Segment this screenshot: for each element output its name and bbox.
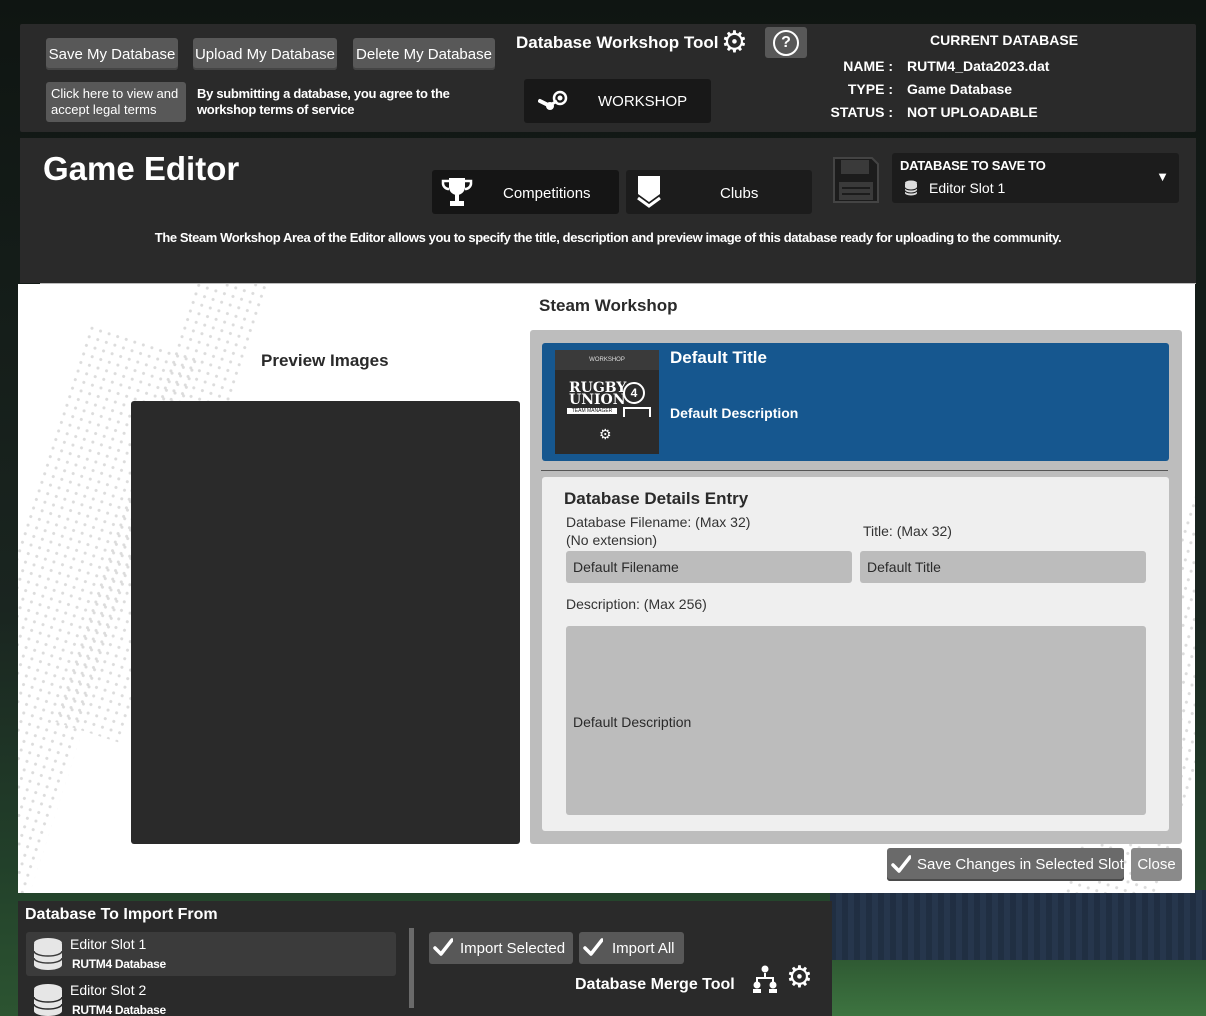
floppy-disk-icon <box>833 157 879 203</box>
import-slot-1[interactable]: Editor Slot 1 RUTM4 Database <box>26 932 396 976</box>
gear-icon: ⚙ <box>599 426 612 442</box>
database-save-select[interactable]: DATABASE TO SAVE TO Editor Slot 1 ▼ <box>892 153 1179 203</box>
delete-my-database-button[interactable]: Delete My Database <box>353 38 495 70</box>
import-heading: Database To Import From <box>25 906 218 923</box>
database-icon <box>904 180 918 196</box>
tab-competitions-label: Competitions <box>503 185 591 202</box>
goalpost-icon <box>623 407 651 417</box>
trophy-icon <box>441 178 473 206</box>
steam-icon <box>538 90 568 110</box>
current-database-type: Game Database <box>907 81 1013 97</box>
import-slot-2[interactable]: Editor Slot 2 RUTM4 Database <box>26 978 396 1016</box>
database-icon <box>33 938 63 970</box>
filename-field[interactable]: Default Filename <box>566 551 852 583</box>
close-button[interactable]: Close <box>1131 848 1182 881</box>
workshop-item-title: Default Title <box>670 348 767 367</box>
workshop-label: WORKSHOP <box>598 93 688 110</box>
filename-label: Database Filename: (Max 32) (No extensio… <box>566 514 751 548</box>
slot-subtitle: RUTM4 Database <box>72 1003 166 1016</box>
name-key: NAME : <box>843 58 893 74</box>
import-all-label: Import All <box>612 940 675 957</box>
details-heading: Database Details Entry <box>564 489 749 508</box>
save-to-value: Editor Slot 1 <box>929 180 1006 196</box>
save-my-database-button[interactable]: Save My Database <box>46 38 178 70</box>
type-key: TYPE : <box>847 81 893 97</box>
import-selected-label: Import Selected <box>460 940 566 957</box>
current-database-status: NOT UPLOADABLE <box>907 104 1038 120</box>
workshop-item-description: Default Description <box>670 405 799 421</box>
title-field[interactable]: Default Title <box>860 551 1146 583</box>
import-scrollbar[interactable] <box>409 928 414 1008</box>
import-all-button[interactable]: Import All <box>579 932 684 964</box>
thumbnail-number: 4 <box>623 382 645 404</box>
slot-name: Editor Slot 1 <box>70 936 147 952</box>
checkmark-icon <box>891 855 911 873</box>
hierarchy-icon <box>753 965 777 993</box>
help-button[interactable]: ? <box>765 27 807 58</box>
slot-name: Editor Slot 2 <box>70 982 147 998</box>
status-key: STATUS : <box>830 104 893 120</box>
help-icon: ? <box>773 29 799 56</box>
database-icon <box>33 984 63 1016</box>
checkmark-icon <box>583 938 603 956</box>
thumbnail-subtitle: TEAM MANAGER <box>567 408 617 414</box>
shield-icon <box>637 176 661 208</box>
merge-tool-title: Database Merge Tool <box>575 976 735 993</box>
checkmark-icon <box>433 938 453 956</box>
upload-my-database-button[interactable]: Upload My Database <box>193 38 337 70</box>
preview-images-heading: Preview Images <box>261 351 389 370</box>
current-database-name: RUTM4_Data2023.dat <box>907 58 1050 74</box>
current-database-heading: CURRENT DATABASE <box>930 32 1079 48</box>
workshop-button[interactable]: WORKSHOP <box>524 79 711 123</box>
workshop-thumbnail: WORKSHOP RUGBY UNION 4 TEAM MANAGER ⚙ <box>555 350 659 454</box>
title-label: Title: (Max 32) <box>863 523 952 539</box>
save-changes-label: Save Changes in Selected Slot <box>917 856 1124 873</box>
slot-subtitle: RUTM4 Database <box>72 957 166 971</box>
thumbnail-logo: RUGBY UNION <box>569 380 627 408</box>
description-field[interactable]: Default Description <box>566 626 1146 815</box>
steam-workshop-heading: Steam Workshop <box>539 296 678 315</box>
page-title: Game Editor <box>43 150 240 187</box>
legal-note: By submitting a database, you agree to t… <box>197 86 450 117</box>
description-label: Description: (Max 256) <box>566 596 707 612</box>
chevron-down-icon: ▼ <box>1156 169 1169 184</box>
preview-image-area[interactable] <box>131 401 520 844</box>
gear-icon: ⚙ <box>721 26 748 59</box>
gear-icon: ⚙ <box>786 961 813 994</box>
workshop-tool-title: Database Workshop Tool <box>516 33 719 52</box>
import-selected-button[interactable]: Import Selected <box>429 932 573 964</box>
divider <box>40 283 1196 284</box>
save-changes-button[interactable]: Save Changes in Selected Slot <box>887 848 1124 881</box>
pitch <box>830 960 1206 1016</box>
header-description: The Steam Workshop Area of the Editor al… <box>154 230 1062 245</box>
divider <box>541 470 1168 471</box>
legal-terms-button[interactable]: Click here to view and accept legal term… <box>46 82 186 122</box>
tab-competitions[interactable]: Competitions <box>432 170 619 214</box>
save-to-label: DATABASE TO SAVE TO <box>900 158 1046 173</box>
thumbnail-header: WORKSHOP <box>555 350 659 370</box>
tab-clubs-label: Clubs <box>720 185 759 202</box>
tab-clubs[interactable]: Clubs <box>626 170 812 214</box>
